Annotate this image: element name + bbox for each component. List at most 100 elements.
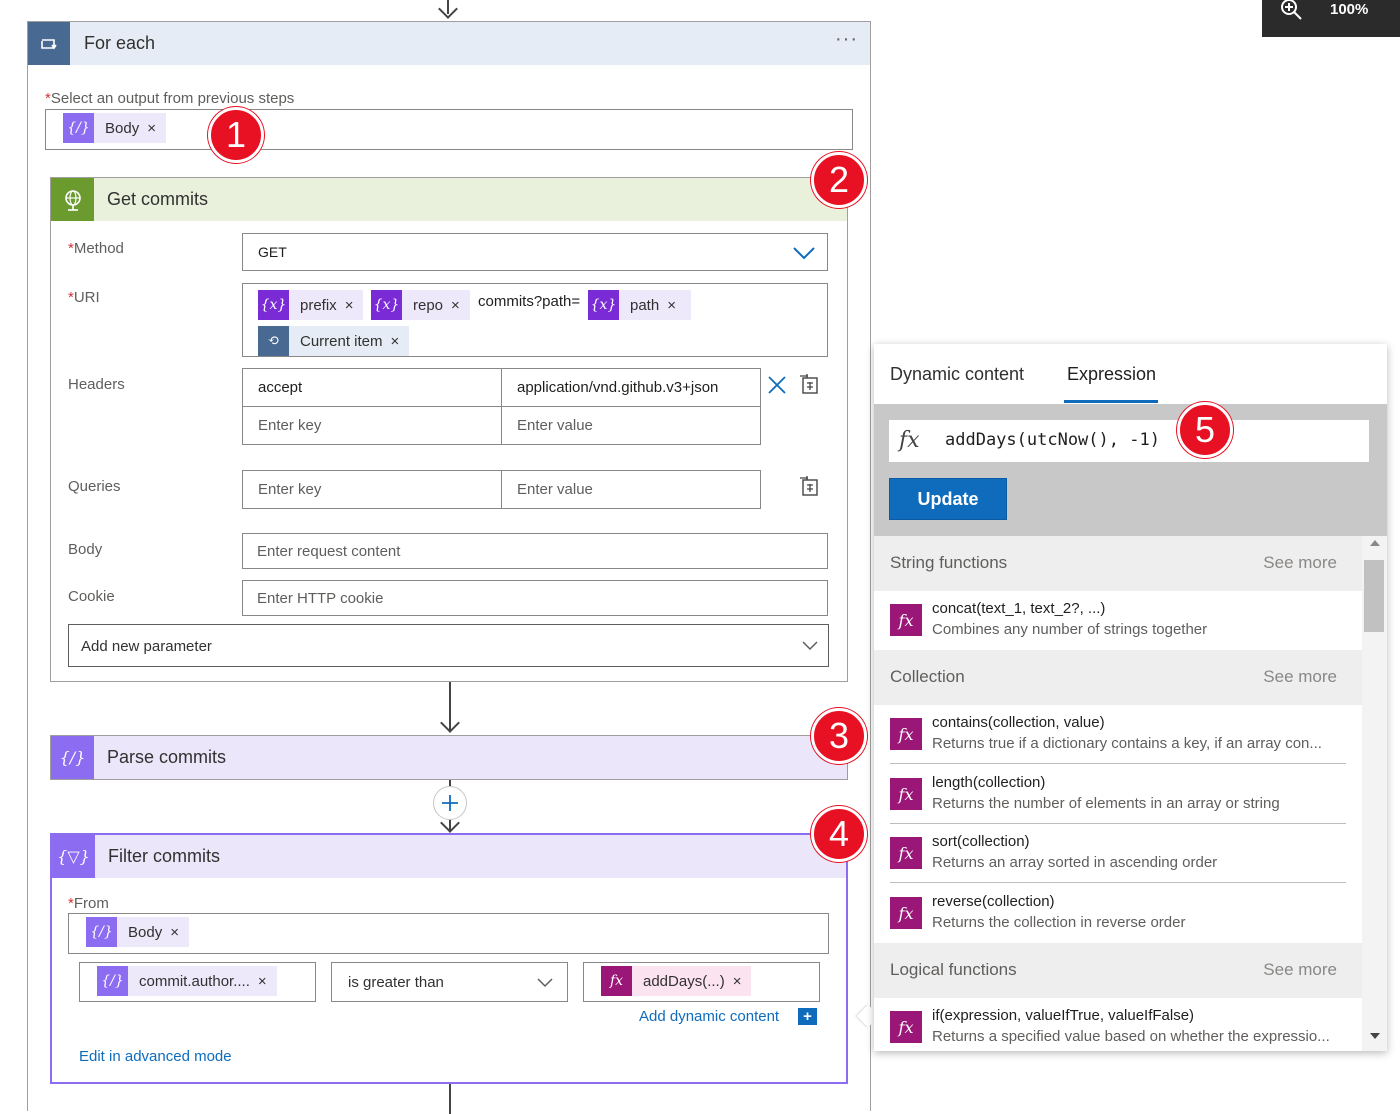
- filter-commits-title: Filter commits: [108, 846, 220, 866]
- remove-token-icon[interactable]: ×: [345, 297, 364, 314]
- function-item[interactable]: fx sort(collection) Returns an array sor…: [874, 825, 1362, 883]
- condition-left-field[interactable]: {/} commit.author.... ×: [79, 962, 316, 1002]
- remove-token-icon[interactable]: ×: [391, 333, 410, 350]
- parse-json-icon: {/}: [63, 113, 94, 143]
- zoom-control[interactable]: 100%: [1262, 0, 1400, 37]
- function-item[interactable]: fx if(expression, valueIfTrue, valueIfFa…: [874, 999, 1362, 1051]
- body-token[interactable]: {/} Body ×: [63, 113, 166, 143]
- prefix-token[interactable]: {x} prefix ×: [258, 290, 364, 320]
- condition-right-field[interactable]: fx addDays(...) ×: [583, 962, 820, 1002]
- scrollbar[interactable]: [1362, 536, 1387, 1051]
- function-list: String functions See more fx concat(text…: [874, 536, 1387, 1051]
- parse-commits-title: Parse commits: [107, 747, 227, 767]
- remove-token-icon[interactable]: ×: [451, 297, 470, 314]
- variable-icon: {x}: [258, 290, 289, 320]
- tab-expression[interactable]: Expression: [1067, 364, 1156, 385]
- section-logical-functions: Logical functions See more: [874, 943, 1362, 998]
- remove-token-icon[interactable]: ×: [667, 297, 686, 314]
- query-value-field[interactable]: Enter value: [501, 470, 761, 509]
- annotation-badge-3: 3: [811, 708, 867, 764]
- dynamic-content-panel: Dynamic content Expression fx addDays(ut…: [874, 344, 1387, 1051]
- uri-label: *URI: [68, 289, 100, 306]
- header-key-field[interactable]: accept: [242, 368, 502, 407]
- see-more-link[interactable]: See more: [1263, 553, 1337, 573]
- repo-token[interactable]: {x} repo ×: [371, 290, 470, 320]
- add-dynamic-content-icon[interactable]: +: [798, 1008, 817, 1025]
- remove-token-icon[interactable]: ×: [733, 973, 752, 990]
- parse-commits-card[interactable]: {/} Parse commits: [50, 735, 848, 780]
- tab-dynamic-content[interactable]: Dynamic content: [890, 364, 1024, 385]
- operator-dropdown[interactable]: is greater than: [331, 962, 568, 1002]
- expression-input[interactable]: fx addDays(utcNow(), -1): [889, 420, 1369, 462]
- parse-json-icon: {/}: [97, 966, 128, 996]
- see-more-link[interactable]: See more: [1263, 667, 1337, 687]
- see-more-link[interactable]: See more: [1263, 960, 1337, 980]
- insert-step-button[interactable]: [433, 786, 467, 820]
- from-label: *From: [68, 895, 109, 912]
- add-dynamic-content-link[interactable]: Add dynamic content: [639, 1008, 779, 1025]
- chevron-down-icon: [802, 641, 818, 651]
- queries-label: Queries: [68, 478, 121, 495]
- body-token[interactable]: {/} Body ×: [86, 917, 189, 947]
- add-new-parameter-dropdown[interactable]: Add new parameter: [68, 624, 829, 667]
- query-key-field[interactable]: Enter key: [242, 470, 502, 509]
- function-icon: fx: [890, 897, 922, 929]
- cookie-label: Cookie: [68, 588, 115, 605]
- commit-author-token[interactable]: {/} commit.author.... ×: [97, 966, 277, 996]
- filter-icon: {▽}: [52, 835, 95, 878]
- method-label: *Method: [68, 240, 124, 257]
- from-field[interactable]: {/} Body ×: [68, 913, 829, 954]
- zoom-level: 100%: [1330, 1, 1369, 18]
- edit-advanced-mode-link[interactable]: Edit in advanced mode: [79, 1048, 232, 1065]
- remove-token-icon[interactable]: ×: [258, 973, 277, 990]
- arrow-down-icon: [438, 0, 458, 19]
- function-icon: fx: [890, 604, 922, 636]
- uri-field[interactable]: {x} prefix × {x} repo × commits?path= {x} …: [242, 283, 828, 357]
- close-icon[interactable]: [767, 375, 787, 395]
- function-icon: fx: [899, 428, 920, 453]
- method-dropdown[interactable]: GET: [242, 233, 828, 271]
- current-item-token[interactable]: ⟲ Current item ×: [258, 326, 410, 356]
- scroll-down-icon[interactable]: [1370, 1033, 1380, 1039]
- zoom-in-icon[interactable]: [1280, 0, 1304, 22]
- remove-token-icon[interactable]: ×: [147, 120, 166, 137]
- function-item[interactable]: fx reverse(collection) Returns the colle…: [874, 885, 1362, 943]
- select-output-field[interactable]: {/} Body ×: [45, 109, 853, 150]
- header-key-empty[interactable]: Enter key: [242, 406, 502, 445]
- add-days-token[interactable]: fx addDays(...) ×: [601, 966, 752, 996]
- select-output-label: *Select an output from previous steps: [45, 90, 295, 107]
- switch-to-text-icon[interactable]: [799, 373, 821, 395]
- header-value-empty[interactable]: Enter value: [501, 406, 761, 445]
- get-commits-title: Get commits: [107, 189, 209, 209]
- function-icon: fx: [890, 778, 922, 810]
- variable-icon: {x}: [588, 290, 619, 320]
- annotation-badge-2: 2: [811, 152, 867, 208]
- for-each-card: For each ··· *Select an output from prev…: [27, 21, 871, 1114]
- more-options-icon[interactable]: ···: [835, 28, 858, 51]
- method-value: GET: [258, 244, 287, 260]
- parse-json-icon: {/}: [51, 736, 94, 779]
- get-commits-header[interactable]: Get commits: [51, 178, 847, 221]
- filter-commits-header[interactable]: {▽} Filter commits: [52, 835, 846, 878]
- section-string-functions: String functions See more: [874, 536, 1362, 591]
- active-tab-indicator: [1064, 400, 1158, 403]
- annotation-badge-4: 4: [811, 806, 867, 862]
- scrollbar-thumb[interactable]: [1364, 560, 1384, 632]
- path-token[interactable]: {x} path ×: [588, 290, 691, 320]
- scroll-up-icon[interactable]: [1370, 540, 1380, 546]
- function-icon: fx: [601, 966, 632, 996]
- parse-commits-header[interactable]: {/} Parse commits: [51, 736, 847, 779]
- switch-to-text-icon[interactable]: [799, 475, 821, 497]
- function-item[interactable]: fx contains(collection, value) Returns t…: [874, 706, 1362, 764]
- for-each-header[interactable]: For each ···: [28, 22, 870, 65]
- globe-icon: [51, 178, 94, 221]
- function-item[interactable]: fx length(collection) Returns the number…: [874, 766, 1362, 824]
- chevron-down-icon: [537, 978, 553, 988]
- loop-icon: ⟲: [258, 326, 289, 356]
- remove-token-icon[interactable]: ×: [170, 924, 189, 941]
- body-field[interactable]: Enter request content: [242, 533, 828, 569]
- header-value-field[interactable]: application/vnd.github.v3+json: [501, 368, 761, 407]
- update-button[interactable]: Update: [889, 478, 1007, 520]
- function-item[interactable]: fx concat(text_1, text_2?, ...) Combines…: [874, 592, 1362, 650]
- cookie-field[interactable]: Enter HTTP cookie: [242, 580, 828, 616]
